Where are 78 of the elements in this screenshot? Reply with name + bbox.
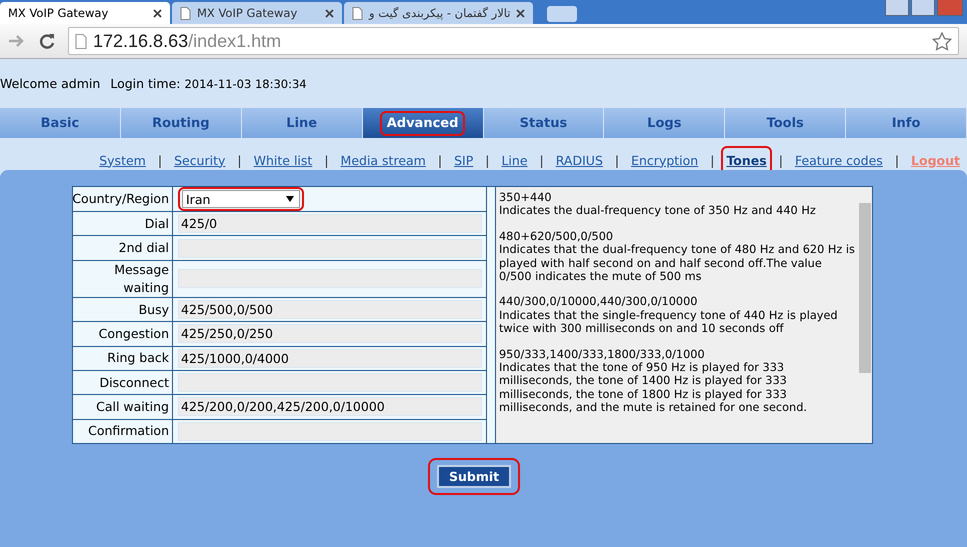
tone-input[interactable]: 425/500,0/500 xyxy=(178,300,482,320)
tab-title: MX VoIP Gateway xyxy=(8,6,110,20)
field-label: Message waiting xyxy=(73,260,173,297)
field-label: 2nd dial xyxy=(73,236,173,260)
tone-input[interactable]: 425/250,0/250 xyxy=(178,324,482,344)
subnav-link[interactable]: SIP xyxy=(449,150,478,170)
tone-description: Indicates that the tone of 950 Hz is played for 333 milliseconds, the tone of 1400 Hz is played for 333 milliseconds, the tone of 1800 Hz is played for 333 milliseconds, and the mute is retained for one second. xyxy=(499,361,808,415)
tone-description: Indicates the dual-frequency tone of 350 Hz and 440 Hz xyxy=(499,204,817,218)
dropdown-arrow-icon xyxy=(286,196,294,202)
document-icon xyxy=(352,6,363,20)
separator: | xyxy=(438,152,442,168)
nav-tab[interactable]: Tools xyxy=(725,108,846,138)
separator: | xyxy=(710,152,714,168)
field-label: Busy xyxy=(73,298,173,322)
close-icon[interactable] xyxy=(325,8,334,18)
subnav-link[interactable]: Feature codes xyxy=(790,150,888,170)
tone-code: 950/333,1400/333,1800/333,0/1000 xyxy=(499,348,706,362)
tone-description: Indicates that the single-frequency tone of 440 Hz is played twice with 300 milliseconds on and 10 seconds off xyxy=(499,308,839,336)
field-label: Dial xyxy=(73,212,173,236)
tone-input[interactable]: 425/1000,0/4000 xyxy=(178,348,482,368)
subnav-link[interactable]: White list xyxy=(248,150,318,170)
tone-input[interactable]: 425/0 xyxy=(178,214,482,234)
minimize-button[interactable] xyxy=(885,0,909,16)
tone-code: 350+440 xyxy=(499,191,553,204)
login-time: 2014-11-03 18:30:34 xyxy=(184,77,307,91)
separator: | xyxy=(894,152,900,168)
subnav-link[interactable]: Encryption xyxy=(626,150,704,170)
subnav-link[interactable]: System xyxy=(94,150,151,170)
tone-description: Indicates that the dual-frequency tone of 480 Hz and 620 Hz is played with half second on and half second off.The value 0/500 indicates the mute of 500 ms xyxy=(499,243,855,284)
tone-code: 440/300,0/10000,440/300,0/10000 xyxy=(499,295,698,309)
tone-input[interactable] xyxy=(178,422,482,441)
separator: | xyxy=(237,152,242,168)
close-icon[interactable] xyxy=(153,8,162,18)
nav-tab[interactable]: Status xyxy=(484,108,604,138)
document-icon xyxy=(180,6,191,20)
scrollbar[interactable] xyxy=(858,187,872,443)
nav-tab[interactable]: Advanced xyxy=(362,108,484,138)
separator: | xyxy=(778,152,783,168)
tone-input[interactable]: 425/200,0/200,425/200,0/10000 xyxy=(178,397,482,416)
field-label: Congestion xyxy=(73,322,173,346)
address-bar[interactable]: 172.16.8.63/index1.htm xyxy=(68,27,959,55)
forward-arrow-icon[interactable] xyxy=(8,33,26,49)
nav-tab[interactable]: Basic xyxy=(0,108,121,138)
tab-title: MX VoIP Gateway xyxy=(197,6,298,20)
nav-tab[interactable]: Routing xyxy=(120,108,242,138)
login-time-label: Login time: xyxy=(110,76,180,91)
subnav-link[interactable]: RADIUS xyxy=(550,150,608,170)
separator: | xyxy=(540,152,544,168)
reload-icon[interactable] xyxy=(38,32,56,50)
browser-tab[interactable]: MX VoIP Gateway xyxy=(172,2,342,24)
separator: | xyxy=(614,152,620,168)
tone-code: 480+620/500,0/500 xyxy=(499,230,614,244)
nav-tab[interactable]: Info xyxy=(846,108,967,138)
document-icon xyxy=(75,34,87,48)
submit-button[interactable]: Submit xyxy=(437,465,512,488)
separator: | xyxy=(485,152,490,168)
nav-tab[interactable]: Logs xyxy=(604,108,726,138)
maximize-button[interactable] xyxy=(911,0,935,16)
subnav-link[interactable]: Line xyxy=(496,150,533,170)
welcome-text: Welcome admin xyxy=(0,76,100,91)
browser-tab[interactable]: MX VoIP Gateway xyxy=(0,2,170,24)
separator: | xyxy=(158,152,162,168)
field-label: Ring back xyxy=(73,346,173,370)
subnav-link[interactable]: Security xyxy=(169,150,230,170)
field-label: Call waiting xyxy=(73,395,173,419)
tone-input[interactable] xyxy=(178,373,482,392)
tab-title: تالار گفتمان - پیکربندی گیت و xyxy=(369,6,510,20)
separator: | xyxy=(324,152,329,168)
nav-tab[interactable]: Line xyxy=(242,108,363,138)
field-label: Disconnect xyxy=(73,370,173,394)
browser-tab[interactable]: تالار گفتمان - پیکربندی گیت و xyxy=(344,2,534,24)
close-icon[interactable] xyxy=(516,8,526,18)
field-label: Country/Region xyxy=(73,187,173,211)
new-tab-button[interactable] xyxy=(547,6,578,22)
field-label: Confirmation xyxy=(73,420,173,443)
subnav-link[interactable]: Media stream xyxy=(336,150,431,170)
star-icon[interactable] xyxy=(932,32,952,50)
country-select[interactable]: Iran xyxy=(182,190,300,208)
